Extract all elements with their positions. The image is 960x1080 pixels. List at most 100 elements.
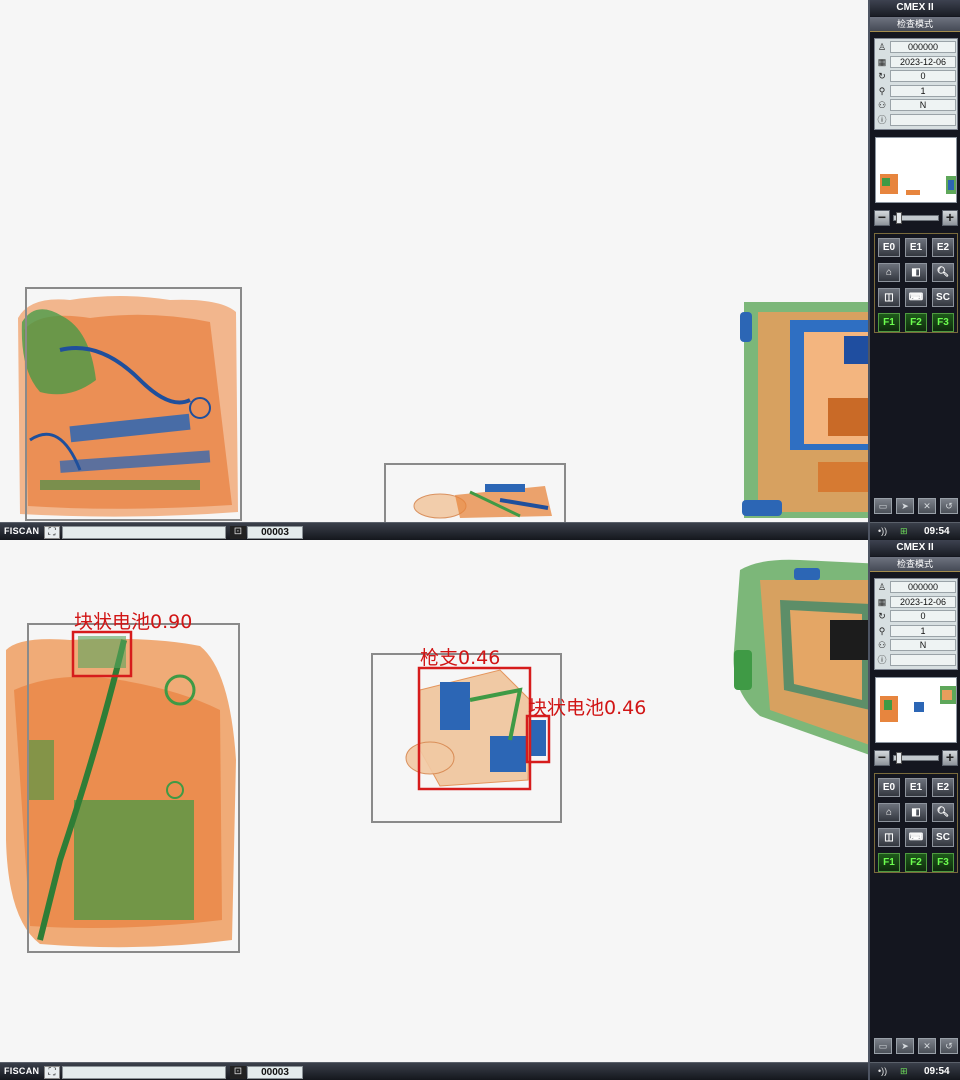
f1-button[interactable]: F1 <box>878 853 900 872</box>
detection-label-gun: 枪支0.46 <box>420 647 501 669</box>
e2-button[interactable]: E2 <box>932 778 954 797</box>
bag-count: 00003 <box>247 1066 303 1079</box>
zoom-out-button[interactable]: − <box>874 210 890 226</box>
e2-button[interactable]: E2 <box>932 238 954 257</box>
app-title: CMEX II <box>870 540 960 556</box>
info-row-note: ⓘ <box>876 113 956 128</box>
operator-id-value: 000000 <box>890 581 956 594</box>
system-tray: •)) ⊞ 09:54 <box>870 522 960 540</box>
keyboard-button[interactable]: ⌨ <box>905 288 927 307</box>
e1-button[interactable]: E1 <box>905 778 927 797</box>
zoom-out-button[interactable]: − <box>874 750 890 766</box>
date-value: 2023-12-06 <box>890 55 956 68</box>
status-bar: FISCAN ⛶ ⊡ 00003 <box>0 1062 868 1080</box>
material-button[interactable]: ◧ <box>905 803 927 822</box>
xray-image-top <box>18 287 868 522</box>
xray-bag-left <box>18 296 238 517</box>
signal-icon: •)) <box>878 526 888 536</box>
split-button[interactable]: ◫ <box>878 828 900 847</box>
bag-icon: ⊡ <box>230 526 246 539</box>
magnifier-icon: ⚲ <box>878 625 886 636</box>
function-button-grid: E0 E1 E2 ⌂ ◧ 🔍︎ ◫ ⌨ SC F1 F2 F3 <box>874 233 958 333</box>
e1-button[interactable]: E1 <box>905 238 927 257</box>
operator-icon: ⚇ <box>877 640 887 651</box>
panel-bottom-icons: ▭ ➤ ✕ ↺ <box>874 498 958 516</box>
app-title: CMEX II <box>870 0 960 16</box>
info-row-zoom: ⚲ 1 <box>876 624 956 639</box>
zoom-slider-thumb[interactable] <box>896 752 902 764</box>
brand-label: FISCAN <box>4 526 40 536</box>
panel-bottom-icons: ▭ ➤ ✕ ↺ <box>874 1038 958 1056</box>
detection-label-battery-2: 块状电池0.46 <box>528 697 647 719</box>
zoom-in-button[interactable]: + <box>942 210 958 226</box>
f2-button[interactable]: F2 <box>905 853 927 872</box>
sc-button[interactable]: SC <box>932 288 954 307</box>
home-button[interactable]: ⌂ <box>878 803 900 822</box>
e0-button[interactable]: E0 <box>878 778 900 797</box>
info-row-flag: ⚇ N <box>876 98 956 113</box>
f1-button[interactable]: F1 <box>878 313 900 332</box>
screen-icon[interactable]: ▭ <box>874 498 892 514</box>
fit-screen-icon[interactable]: ⛶ <box>44 526 60 539</box>
flag-value: N <box>890 639 956 652</box>
xray-bag-left-side <box>6 638 236 948</box>
forward-icon[interactable]: ➤ <box>896 1038 914 1054</box>
zoom-in-button[interactable]: + <box>942 750 958 766</box>
info-row-operator: ♙ 000000 <box>876 40 956 55</box>
keyboard-button[interactable]: ⌨ <box>905 828 927 847</box>
status-bar: FISCAN ⛶ ⊡ 00003 <box>0 522 868 540</box>
control-panel: CMEX II 检查模式 ♙ 000000 ▦ 2023-12-06 ↻ 0 ⚲… <box>868 0 960 540</box>
thumbnail-preview[interactable] <box>875 677 957 743</box>
bag-count: 00003 <box>247 526 303 539</box>
zoom-slider-thumb[interactable] <box>896 212 902 224</box>
info-row-counter: ↻ 0 <box>876 609 956 624</box>
info-box: ♙ 000000 ▦ 2023-12-06 ↻ 0 ⚲ 1 ⚇ N ⓘ <box>874 38 958 130</box>
e0-button[interactable]: E0 <box>878 238 900 257</box>
home-button[interactable]: ⌂ <box>878 263 900 282</box>
magnify-button[interactable]: 🔍︎ <box>932 803 954 822</box>
status-field <box>62 526 226 539</box>
thumbnail-image <box>880 174 956 195</box>
magnify-button[interactable]: 🔍︎ <box>932 263 954 282</box>
info-row-date: ▦ 2023-12-06 <box>876 595 956 610</box>
xray-viewport-top[interactable] <box>0 0 868 522</box>
xray-viewport-bottom[interactable]: 块状电池0.90 枪支0.46 块状电池0.46 <box>0 540 868 1062</box>
function-button-grid: E0 E1 E2 ⌂ ◧ 🔍︎ ◫ ⌨ SC F1 F2 F3 <box>874 773 958 873</box>
signal-icon: •)) <box>878 1066 888 1076</box>
screen-icon[interactable]: ▭ <box>874 1038 892 1054</box>
tools-icon[interactable]: ✕ <box>918 1038 936 1054</box>
f2-button[interactable]: F2 <box>905 313 927 332</box>
fit-screen-icon[interactable]: ⛶ <box>44 1066 60 1079</box>
split-button[interactable]: ◫ <box>878 288 900 307</box>
xray-item-middle-bottom <box>405 669 546 787</box>
forward-icon[interactable]: ➤ <box>896 498 914 514</box>
xray-suitcase-top-right <box>733 559 868 755</box>
status-field <box>62 1066 226 1079</box>
info-row-flag: ⚇ N <box>876 638 956 653</box>
bag-icon: ⊡ <box>230 1066 246 1079</box>
thumbnail-image <box>880 686 956 722</box>
mode-label: 检查模式 <box>870 17 960 32</box>
info-row-zoom: ⚲ 1 <box>876 84 956 99</box>
clock: 09:54 <box>924 526 950 537</box>
calendar-icon: ▦ <box>877 56 887 67</box>
info-row-date: ▦ 2023-12-06 <box>876 55 956 70</box>
refresh-icon[interactable]: ↺ <box>940 498 958 514</box>
scanner-screen-bottom: 块状电池0.90 枪支0.46 块状电池0.46 FISCAN ⛶ ⊡ 0000… <box>0 540 960 1080</box>
refresh-icon[interactable]: ↺ <box>940 1038 958 1054</box>
sc-button[interactable]: SC <box>932 828 954 847</box>
clock: 09:54 <box>924 1066 950 1077</box>
f3-button[interactable]: F3 <box>932 313 954 332</box>
operator-id-value: 000000 <box>890 41 956 54</box>
info-icon: ⓘ <box>877 114 887 125</box>
counter-value: 0 <box>890 70 956 83</box>
material-button[interactable]: ◧ <box>905 263 927 282</box>
scanner-screen-top: FISCAN ⛶ ⊡ 00003 CMEX II 检查模式 ♙ 000000 ▦… <box>0 0 960 540</box>
tools-icon[interactable]: ✕ <box>918 498 936 514</box>
flag-value: N <box>890 99 956 112</box>
date-value: 2023-12-06 <box>890 595 956 608</box>
counter-icon: ↻ <box>878 71 886 82</box>
info-icon: ⓘ <box>877 654 887 665</box>
thumbnail-preview[interactable] <box>875 137 957 203</box>
f3-button[interactable]: F3 <box>932 853 954 872</box>
